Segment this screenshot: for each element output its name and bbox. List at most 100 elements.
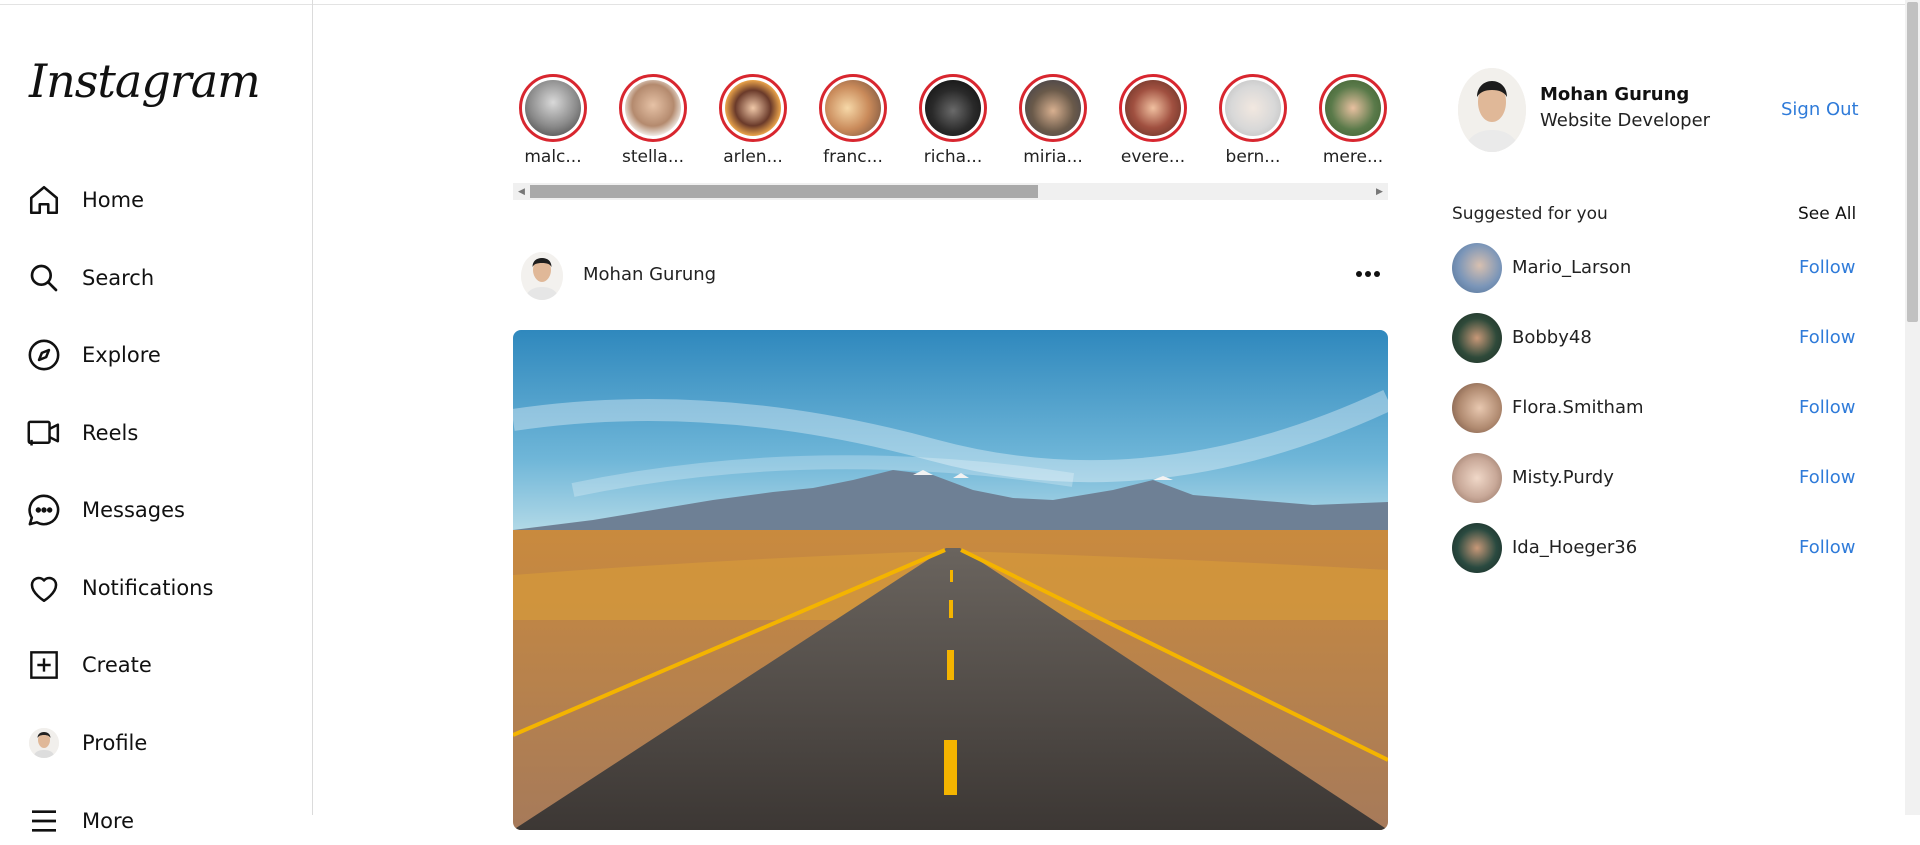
sidebar-item-label: Search (82, 266, 155, 290)
story-ring (819, 74, 887, 142)
compass-icon (26, 337, 62, 373)
story-username: bern... (1225, 147, 1281, 167)
suggestion-avatar[interactable] (1452, 523, 1502, 573)
story-ring (719, 74, 787, 142)
sidebar-item-create[interactable]: Create (26, 641, 296, 689)
story-avatar (725, 80, 781, 136)
story-username: stella... (621, 147, 685, 167)
story-item[interactable]: evere... (1113, 74, 1193, 167)
story-avatar (625, 80, 681, 136)
post-author-avatar[interactable] (521, 252, 563, 300)
story-avatar (1325, 80, 1381, 136)
story-username: malc... (524, 147, 582, 167)
story-item[interactable]: miria... (1013, 74, 1093, 167)
post-image[interactable] (513, 330, 1388, 830)
sidebar-item-profile[interactable]: Profile (26, 719, 296, 767)
suggestion-username[interactable]: Bobby48 (1512, 327, 1592, 348)
story-username: richa... (923, 147, 983, 167)
more-horizontal-icon[interactable] (1348, 254, 1388, 294)
story-item[interactable]: mere... (1313, 74, 1388, 167)
follow-button[interactable]: Follow (1799, 397, 1855, 418)
profile-avatar (26, 725, 62, 761)
stories-tray: malc... stella... arlen... franc... rich… (513, 74, 1388, 179)
sidebar-item-label: Reels (82, 421, 139, 445)
sidebar-item-label: Home (82, 188, 145, 212)
story-ring (1319, 74, 1387, 142)
story-item[interactable]: malc... (513, 74, 593, 167)
story-ring (919, 74, 987, 142)
sidebar-item-more[interactable]: More (26, 797, 296, 845)
story-item[interactable]: franc... (813, 74, 893, 167)
sidebar-item-explore[interactable]: Explore (26, 331, 296, 379)
follow-button[interactable]: Follow (1799, 537, 1855, 558)
sign-out-link[interactable]: Sign Out (1781, 99, 1859, 120)
reels-icon (26, 415, 62, 451)
follow-button[interactable]: Follow (1799, 257, 1855, 278)
page-scrollbar-thumb[interactable] (1907, 2, 1918, 322)
sidebar-item-label: Notifications (82, 576, 214, 600)
suggestion-username[interactable]: Flora.Smitham (1512, 397, 1644, 418)
story-avatar (1025, 80, 1081, 136)
story-ring (1219, 74, 1287, 142)
sidebar-item-label: Messages (82, 498, 185, 522)
sidebar-item-home[interactable]: Home (26, 176, 296, 224)
see-all-link[interactable]: See All (1798, 204, 1856, 224)
story-item[interactable]: stella... (613, 74, 693, 167)
suggestion-row: Misty.Purdy Follow (1452, 453, 1855, 505)
sidebar-item-reels[interactable]: Reels (26, 409, 296, 457)
story-avatar (925, 80, 981, 136)
story-ring (619, 74, 687, 142)
current-user-name[interactable]: Mohan Gurung (1540, 84, 1689, 105)
story-avatar (1225, 80, 1281, 136)
story-item[interactable]: richa... (913, 74, 993, 167)
plus-square-icon (26, 647, 62, 683)
scrollbar-thumb[interactable] (530, 185, 1038, 198)
menu-icon (26, 803, 62, 839)
sidebar-item-messages[interactable]: Messages (26, 486, 296, 534)
heart-icon (26, 570, 62, 606)
suggestion-username[interactable]: Ida_Hoeger36 (1512, 537, 1637, 558)
post-header: Mohan Gurung (513, 250, 1388, 302)
story-avatar (825, 80, 881, 136)
current-user-role: Website Developer (1540, 110, 1711, 131)
sidebar-item-label: Profile (82, 731, 148, 755)
sidebar-item-notifications[interactable]: Notifications (26, 564, 296, 612)
story-item[interactable]: arlen... (713, 74, 793, 167)
suggestion-avatar[interactable] (1452, 383, 1502, 433)
home-icon (26, 182, 62, 218)
suggestion-avatar[interactable] (1452, 313, 1502, 363)
story-username: evere... (1120, 147, 1186, 167)
follow-button[interactable]: Follow (1799, 467, 1855, 488)
scroll-left-arrow-icon[interactable]: ◀ (513, 183, 530, 200)
story-item[interactable]: bern... (1213, 74, 1293, 167)
page-scrollbar[interactable] (1905, 0, 1920, 815)
sidebar-item-search[interactable]: Search (26, 254, 296, 302)
message-bubble-icon (26, 492, 62, 528)
sidebar-item-label: Explore (82, 343, 161, 367)
sidebar-item-label: Create (82, 653, 152, 677)
suggestion-avatar[interactable] (1452, 453, 1502, 503)
suggestion-avatar[interactable] (1452, 243, 1502, 293)
story-avatar (1125, 80, 1181, 136)
current-user-avatar[interactable] (1458, 68, 1526, 152)
suggestion-row: Bobby48 Follow (1452, 313, 1855, 365)
story-ring (519, 74, 587, 142)
suggestion-username[interactable]: Mario_Larson (1512, 257, 1631, 278)
story-username: miria... (1023, 147, 1083, 167)
instagram-logo[interactable]: Instagram (29, 54, 261, 108)
story-ring (1019, 74, 1087, 142)
suggestions-title: Suggested for you (1452, 204, 1608, 224)
suggestion-row: Mario_Larson Follow (1452, 243, 1855, 295)
suggestion-row: Flora.Smitham Follow (1452, 383, 1855, 435)
scroll-right-arrow-icon[interactable]: ▶ (1371, 183, 1388, 200)
follow-button[interactable]: Follow (1799, 327, 1855, 348)
suggestion-row: Ida_Hoeger36 Follow (1452, 523, 1855, 575)
stories-scrollbar[interactable]: ◀ ▶ (513, 183, 1388, 200)
story-ring (1119, 74, 1187, 142)
story-username: arlen... (723, 147, 783, 167)
story-avatar (525, 80, 581, 136)
post-username[interactable]: Mohan Gurung (583, 264, 716, 285)
story-username: franc... (823, 147, 883, 167)
story-username: mere... (1322, 147, 1384, 167)
suggestion-username[interactable]: Misty.Purdy (1512, 467, 1614, 488)
